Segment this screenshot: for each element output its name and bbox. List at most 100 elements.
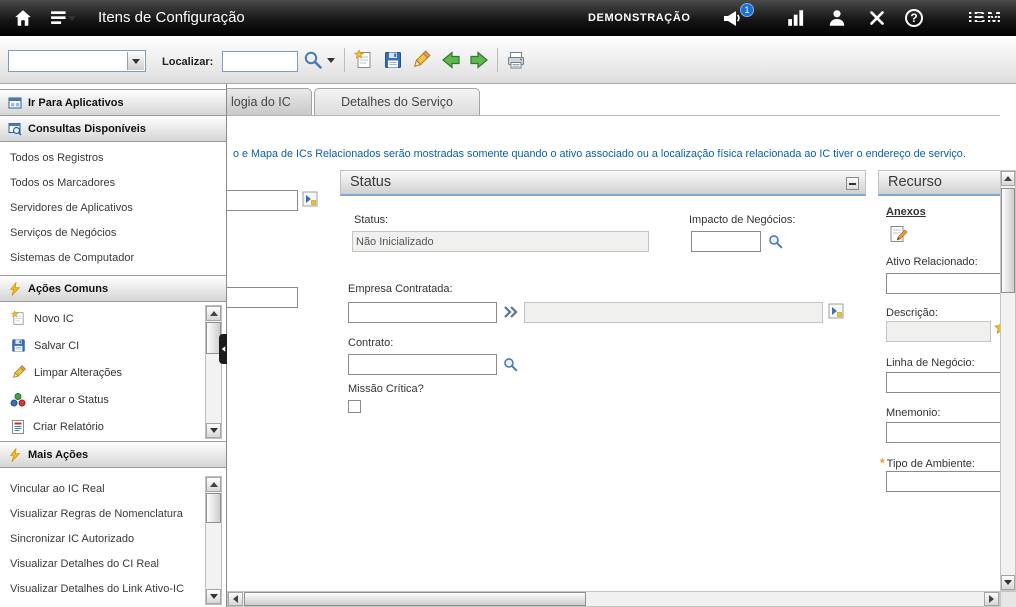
scroll-up-button[interactable]: [206, 477, 221, 492]
tab-topology[interactable]: logia do IC: [222, 88, 312, 115]
scroll-up-button[interactable]: [206, 306, 221, 321]
combobox-dropdown-button[interactable]: [127, 52, 144, 70]
horizontal-scrollbar[interactable]: [227, 591, 1000, 607]
reports-chart-icon[interactable]: [786, 8, 806, 28]
more-actions-scrollbar[interactable]: [205, 476, 222, 605]
toolbar-separator: [497, 48, 498, 72]
bulletin-megaphone-icon[interactable]: [722, 8, 742, 28]
sidebar-section-more-actions[interactable]: Mais Ações: [0, 441, 226, 468]
search-icon[interactable]: [767, 233, 784, 250]
contracted-company-field[interactable]: [348, 302, 497, 323]
queries-icon: [8, 122, 22, 136]
arrow-up-icon: [1004, 176, 1012, 181]
save-button[interactable]: [381, 48, 405, 72]
contract-label: Contrato:: [348, 337, 393, 349]
search-icon[interactable]: [502, 356, 519, 373]
arrow-left-icon: [233, 595, 238, 603]
save-icon: [382, 49, 404, 71]
arrow-down-icon: [210, 428, 218, 433]
scroll-down-button[interactable]: [1001, 575, 1015, 590]
action-view-actual-ci-details[interactable]: Visualizar Detalhes do CI Real: [0, 551, 202, 576]
status-value-field[interactable]: [352, 231, 649, 252]
sidebar-item-business-services[interactable]: Serviços de Negócios: [0, 220, 226, 245]
help-icon[interactable]: ?: [905, 9, 923, 27]
arrow-up-icon: [210, 311, 218, 316]
sidebar-section-available-queries[interactable]: Consultas Disponíveis: [0, 115, 226, 142]
action-label: Novo IC: [34, 313, 74, 325]
print-button[interactable]: [504, 48, 528, 72]
contracted-company-label: Empresa Contratada:: [348, 283, 453, 295]
contracted-company-description-field[interactable]: [524, 302, 823, 323]
menu-caret-icon[interactable]: [68, 16, 76, 21]
sidebar-section-go-to-applications[interactable]: Ir Para Aplicativos: [0, 89, 226, 116]
create-report-icon: [10, 419, 26, 435]
menu-icon[interactable]: [50, 8, 70, 28]
business-line-field[interactable]: [886, 372, 1006, 393]
environment-type-field[interactable]: [886, 471, 1006, 492]
action-label: Criar Relatório: [33, 421, 104, 433]
sidebar-item-all-records[interactable]: Todos os Registros: [0, 145, 226, 170]
home-icon[interactable]: [13, 8, 33, 28]
clear-changes-button[interactable]: [409, 48, 433, 72]
info-note: o e Mapa de ICs Relacionados serão mostr…: [233, 148, 1003, 160]
close-icon[interactable]: [867, 8, 887, 28]
scroll-down-button[interactable]: [206, 589, 221, 604]
contract-field[interactable]: [348, 354, 497, 375]
scroll-down-button[interactable]: [206, 423, 221, 438]
mission-critical-checkbox[interactable]: [348, 400, 361, 413]
save-icon: [10, 337, 27, 354]
tab-service-details[interactable]: Detalhes do Serviço: [314, 88, 480, 115]
vertical-scroll-thumb[interactable]: [1001, 188, 1015, 293]
query-combobox[interactable]: [8, 50, 146, 72]
business-impact-label: Impacto de Negócios:: [689, 214, 795, 226]
action-create-report[interactable]: Criar Relatório: [0, 413, 202, 440]
related-asset-label: Ativo Relacionado:: [886, 256, 978, 268]
attach-edit-icon[interactable]: [888, 224, 908, 244]
mnemonic-label: Mnemonio:: [886, 407, 940, 419]
next-record-button[interactable]: [467, 48, 491, 72]
crossover-chevrons-icon[interactable]: [502, 304, 518, 320]
detail-menu-icon[interactable]: [828, 303, 844, 319]
scroll-right-button[interactable]: [984, 592, 999, 606]
sidebar-item-application-servers[interactable]: Servidores de Aplicativos: [0, 195, 226, 220]
description-field[interactable]: [886, 321, 991, 342]
mnemonic-field[interactable]: [886, 422, 1006, 443]
application-window: Itens de Configuração DEMONSTRAÇÃO 1 ? I…: [0, 0, 1016, 607]
search-menu-caret[interactable]: [324, 48, 337, 72]
new-record-button[interactable]: [352, 48, 376, 72]
action-new-ci[interactable]: Novo IC: [0, 305, 202, 332]
action-link-to-actual-ci[interactable]: Vincular ao IC Real: [0, 476, 202, 501]
profile-person-icon[interactable]: [827, 8, 847, 28]
advanced-search-button[interactable]: [301, 48, 325, 72]
record-toolbar: Localizar:: [0, 36, 1016, 84]
sidebar-collapse-handle[interactable]: [219, 334, 227, 364]
find-input[interactable]: [222, 51, 298, 72]
sidebar-section-common-actions[interactable]: Ações Comuns: [0, 275, 226, 302]
applications-icon: [8, 96, 22, 110]
horizontal-scroll-thumb[interactable]: [244, 592, 586, 606]
action-sync-authorized-ci[interactable]: Sincronizar IC Autorizado: [0, 526, 202, 551]
action-save-ci[interactable]: Salvar CI: [0, 332, 202, 359]
action-view-naming-rules[interactable]: Visualizar Regras de Nomenclatura: [0, 501, 202, 526]
common-actions-scrollbar[interactable]: [205, 305, 222, 439]
scroll-thumb[interactable]: [206, 493, 221, 523]
ibm-logo: IBM: [968, 0, 1002, 36]
business-line-label: Linha de Negócio:: [886, 357, 975, 369]
action-view-asset-ci-link-details[interactable]: Visualizar Detalhes do Link Ativo-IC: [0, 576, 202, 601]
minimize-icon[interactable]: [846, 177, 859, 190]
detail-menu-icon[interactable]: [302, 191, 318, 207]
related-asset-field[interactable]: [886, 273, 1006, 294]
action-change-status[interactable]: Alterar o Status: [0, 386, 202, 413]
previous-record-button[interactable]: [439, 48, 463, 72]
attachments-link[interactable]: Anexos: [886, 206, 926, 218]
sidebar-item-computer-systems[interactable]: Sistemas de Computador: [0, 245, 226, 270]
vertical-scrollbar[interactable]: [1000, 170, 1016, 591]
status-section-title: Status: [350, 174, 391, 190]
action-clear-changes[interactable]: Limpar Alterações: [0, 359, 202, 386]
sidebar-item-all-bookmarks[interactable]: Todos os Marcadores: [0, 170, 226, 195]
chevron-down-icon: [132, 59, 140, 64]
business-impact-field[interactable]: [691, 231, 761, 252]
common-actions-list: Novo IC Salvar CI Limpar Alterações Alte…: [0, 302, 226, 442]
scroll-left-button[interactable]: [228, 592, 243, 606]
scroll-up-button[interactable]: [1001, 171, 1015, 186]
